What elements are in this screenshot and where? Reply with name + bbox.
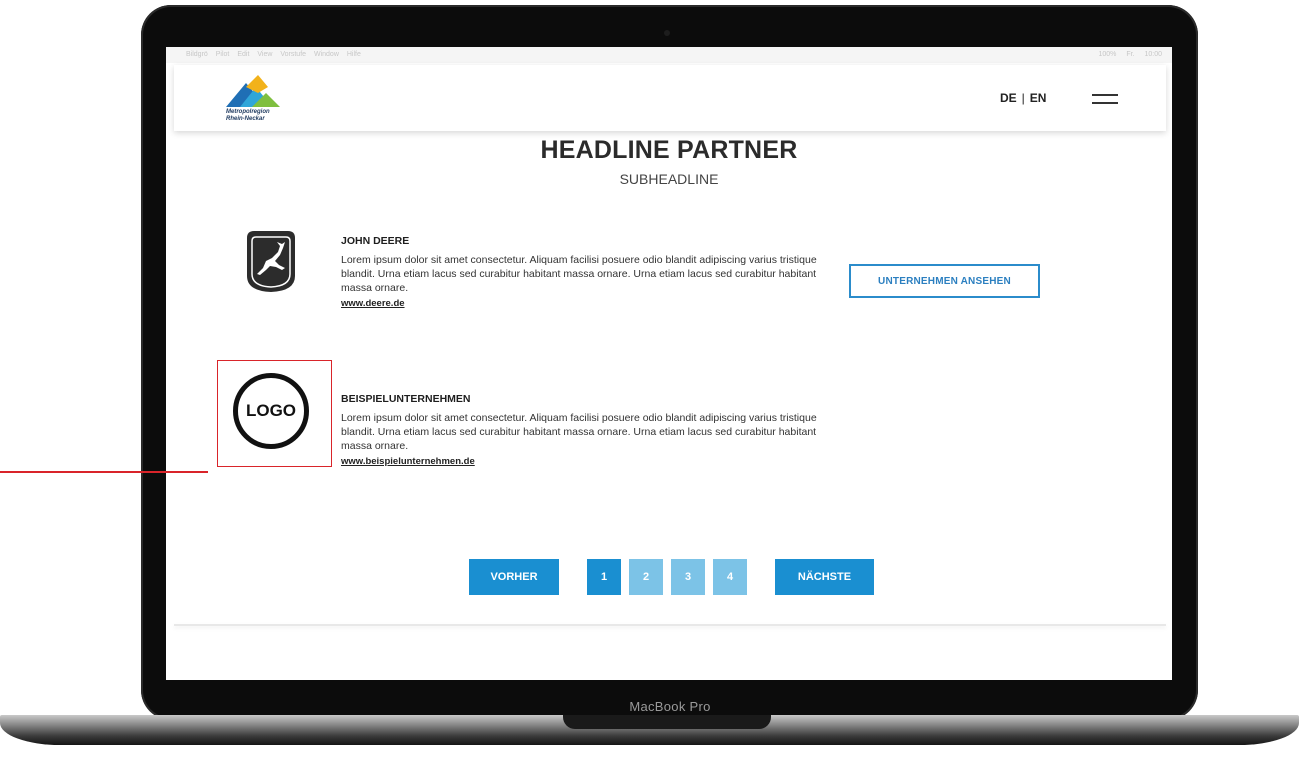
placeholder-logo-icon[interactable]: LOGO (233, 373, 309, 449)
battery-status[interactable]: 100% (1099, 51, 1117, 58)
clock-status[interactable]: Fr. 10:00 (1126, 51, 1162, 58)
os-status-area: 100% Fr. 10:00 (1099, 47, 1163, 63)
previous-page-button[interactable]: VORHER (469, 559, 559, 595)
footer-divider (174, 624, 1166, 626)
os-menu-item[interactable]: Edit (237, 51, 249, 58)
page-title: HEADLINE PARTNER (540, 136, 798, 164)
laptop-screen: Bildgrö Pilot Edit View Vorstufe Window … (166, 47, 1172, 680)
os-menubar: Bildgrö Pilot Edit View Vorstufe Window … (166, 47, 1172, 63)
os-menu-item[interactable]: Pilot (216, 51, 230, 58)
next-page-button[interactable]: NÄCHSTE (775, 559, 874, 595)
annotation-pointer-line (0, 471, 208, 473)
lang-separator: | (1021, 91, 1025, 105)
hamburger-menu-icon[interactable] (1092, 94, 1118, 104)
partner-name: BEISPIELUNTERNEHMEN (341, 393, 471, 405)
lang-de-link[interactable]: DE (1000, 91, 1017, 105)
lang-en-link[interactable]: EN (1030, 91, 1047, 105)
os-menu-item[interactable]: Bildgrö (186, 51, 208, 58)
page-subtitle: SUBHEADLINE (619, 171, 719, 187)
language-switcher: DE | EN (1000, 91, 1046, 105)
partner-description: Lorem ipsum dolor sit amet consectetur. … (341, 412, 817, 452)
laptop-model-label: MacBook Pro (629, 699, 711, 714)
metropolregion-logo-icon[interactable] (222, 73, 282, 109)
site-header: Metropolregion Rhein-Neckar DE | EN (174, 65, 1166, 131)
os-menu-item[interactable]: Vorstufe (280, 51, 306, 58)
page-1-button[interactable]: 1 (587, 559, 621, 595)
os-menu-items: Bildgrö Pilot Edit View Vorstufe Window … (186, 47, 361, 63)
partner-website-link[interactable]: www.beispielunternehmen.de (341, 456, 475, 467)
os-menu-item[interactable]: View (257, 51, 272, 58)
logo-line: Metropolregion (226, 109, 270, 115)
camera-icon (664, 30, 670, 36)
john-deere-logo-icon[interactable] (244, 228, 298, 294)
partner-name: JOHN DEERE (341, 235, 410, 247)
page-3-button[interactable]: 3 (671, 559, 705, 595)
os-menu-item[interactable]: Hilfe (347, 51, 361, 58)
page-2-button[interactable]: 2 (629, 559, 663, 595)
laptop-notch (563, 715, 771, 729)
os-menu-item[interactable]: Window (314, 51, 339, 58)
page-4-button[interactable]: 4 (713, 559, 747, 595)
logo-line: Rhein-Neckar (226, 116, 265, 122)
partner-website-link[interactable]: www.deere.de (341, 298, 405, 309)
logo-placeholder-text: LOGO (245, 401, 297, 420)
pagination: VORHER 1 2 3 4 NÄCHSTE (166, 559, 1172, 595)
partner-description: Lorem ipsum dolor sit amet consectetur. … (341, 254, 817, 294)
view-company-button[interactable]: UNTERNEHMEN ANSEHEN (849, 264, 1040, 298)
logo-wordmark: Metropolregion Rhein-Neckar (226, 109, 270, 123)
